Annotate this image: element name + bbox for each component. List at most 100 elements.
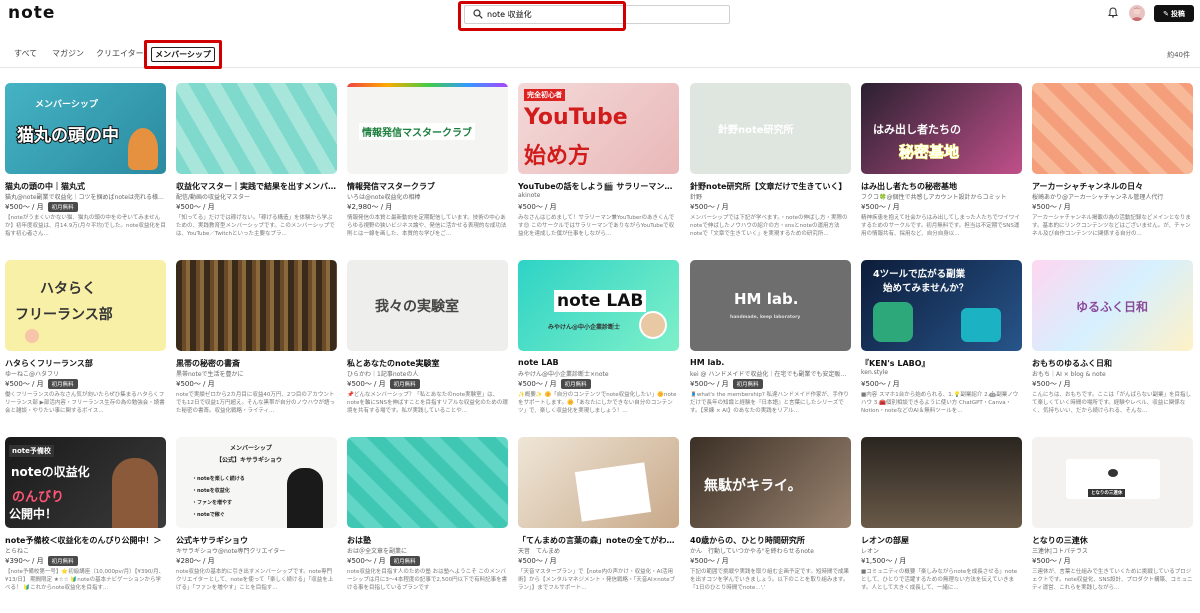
thumb-text: メンバーシップ: [230, 445, 272, 452]
card-title[interactable]: おもちのゆるふく日和: [1032, 358, 1193, 369]
thumb-text: のんびり: [12, 490, 65, 505]
card-author[interactable]: ひらかわ｜1記事noteの人: [347, 369, 508, 378]
card-author[interactable]: いろは@note収益化の相棒: [347, 192, 508, 201]
card-thumbnail[interactable]: 針野note研究所: [690, 83, 851, 174]
card-thumbnail[interactable]: HM lab. handmade, keep laboratory: [690, 260, 851, 351]
card-thumbnail[interactable]: 我々の実験室: [347, 260, 508, 351]
card-title[interactable]: note LAB: [518, 358, 679, 367]
card-thumbnail[interactable]: ゆるふく日和: [1032, 260, 1193, 351]
card-title[interactable]: YouTubeの話をしよう🎬 サラリーマンのYouTube挑戦...: [518, 181, 679, 192]
card-thumbnail[interactable]: note LAB みやけん@中小企業診断士: [518, 260, 679, 351]
card-author[interactable]: おは＠全文章を副業に: [347, 546, 508, 555]
note-logo[interactable]: note: [8, 3, 55, 23]
card-title[interactable]: レオンの部屋: [861, 535, 1022, 546]
card-author[interactable]: かん 行動していつかやる"を終わらせるnote: [690, 546, 851, 555]
card-price-row: ¥500～ / 月: [1032, 379, 1071, 389]
tab-creator[interactable]: クリエイター: [96, 48, 144, 59]
card-thumbnail[interactable]: [176, 260, 337, 351]
card-price: ¥500～ / 月: [861, 380, 900, 388]
card-description: こんにちは、おもちです。ここは「がんばらない副業」を目指して楽しくていく時間の場…: [1032, 392, 1191, 414]
card-thumbnail[interactable]: 4ツールで広がる副業 始めてみませんか？: [861, 260, 1022, 351]
card-thumbnail[interactable]: [347, 437, 508, 528]
card-author[interactable]: 針野: [690, 192, 851, 201]
card-author[interactable]: 三連休|コトパテラス: [1032, 546, 1193, 555]
card-title[interactable]: となりの三連休: [1032, 535, 1193, 546]
card-author[interactable]: とらねこ: [5, 546, 166, 555]
card-author[interactable]: 桜崎あかり@アーカーシャチャンネル管理人代行: [1032, 192, 1193, 201]
card-price: ¥500～ / 月: [1032, 203, 1071, 211]
card-title[interactable]: おは塾: [347, 535, 508, 546]
card-price-row: ¥500～ / 月 初月無料: [5, 379, 78, 389]
card-author[interactable]: kei @ ハンドメイドで収益化｜在宅でも副業でも安定販売...: [690, 369, 851, 378]
card-thumbnail[interactable]: メンバーシップ 猫丸の頭の中: [5, 83, 166, 174]
card-title[interactable]: 黒帯の秘密の書斎: [176, 358, 337, 369]
card-author[interactable]: キサラギショウ@note専門クリエイター: [176, 546, 337, 555]
thumb-text: HM lab.: [734, 290, 799, 308]
card-author[interactable]: 猫丸@note副業で収益化｜コツを掴めばnoteは売れる様...: [5, 192, 166, 201]
card-author[interactable]: フクコ🍀@個性で共感しアカウント設計からコミット: [861, 192, 1022, 201]
card-author[interactable]: ken.style: [861, 369, 1022, 376]
card-author[interactable]: おもち｜AI × blog & note: [1032, 369, 1193, 378]
card-thumbnail[interactable]: 情報発信マスタークラブ: [347, 83, 508, 174]
card-author[interactable]: 天音 てんまめ: [518, 546, 679, 555]
free-first-month-badge: 初月無料: [47, 556, 78, 566]
thumb-text: 【公式】キサラギショウ: [216, 457, 283, 464]
thumb-text: ・noteを楽しく続ける: [192, 476, 245, 482]
card-title[interactable]: 40歳からの、ひとり時間研究所: [690, 535, 851, 546]
card-author[interactable]: みやけん@中小企業診断士×note: [518, 369, 679, 378]
card-price-row: ¥2,980～ / 月: [347, 202, 392, 212]
card-author[interactable]: 黒帯noteで生活を豊かに: [176, 369, 337, 378]
card-thumbnail[interactable]: ハタらく フリーランス部: [5, 260, 166, 351]
card-thumbnail[interactable]: note予備校 noteの収益化 のんびり 公開中！: [5, 437, 166, 528]
card-author[interactable]: akinote: [518, 192, 679, 199]
thumb-text: YouTube: [524, 105, 628, 130]
card-author[interactable]: 配信/動画の収益化マスター: [176, 192, 337, 201]
card-title[interactable]: 私とあなたのnote実験室: [347, 358, 508, 369]
card-thumbnail[interactable]: [861, 437, 1022, 528]
card-thumbnail[interactable]: 完全初心者 YouTube 始め方: [518, 83, 679, 174]
thumb-text: note LAB: [554, 290, 647, 312]
tab-all[interactable]: すべて: [14, 48, 37, 59]
card-title[interactable]: 公式キサラギショウ: [176, 535, 337, 546]
card-author[interactable]: レオン: [861, 546, 1022, 555]
card-price: ¥500～ / 月: [1032, 557, 1071, 565]
card-title[interactable]: 情報発信マスタークラブ: [347, 181, 508, 192]
card-thumbnail[interactable]: メンバーシップ 【公式】キサラギショウ ・noteを楽しく続ける ・noteを収益化・…: [176, 437, 337, 528]
bell-icon[interactable]: [1108, 7, 1118, 18]
card-title[interactable]: HM lab.: [690, 358, 851, 367]
avatar[interactable]: [1129, 5, 1145, 21]
card-thumbnail[interactable]: [176, 83, 337, 174]
free-first-month-badge: 初月無料: [389, 379, 420, 389]
thumb-text: みやけん@中小企業診断士: [548, 324, 621, 331]
card-title[interactable]: 収益化マスター｜実践で結果を出すメンバーシップ: [176, 181, 337, 192]
thumb-text: 秘密基地: [898, 143, 960, 162]
card-title[interactable]: 『KEN's LABO』: [861, 358, 1022, 369]
card-thumbnail[interactable]: 無駄がキライ。: [690, 437, 851, 528]
card-title[interactable]: 「てんまめの言葉の森」noteの全てがわかる！: [518, 535, 679, 546]
card-description: 【note予備校第一号】⭐初級講座（10,000pv/月）【¥390/月、¥13…: [5, 569, 165, 591]
thumb-text: noteの収益化: [11, 465, 90, 479]
card-title[interactable]: 猫丸の頭の中｜猫丸式: [5, 181, 166, 192]
card-author[interactable]: ゆーねこ@ハタフリ: [5, 369, 166, 378]
card-title[interactable]: note予備校＜収益化をのんびり公開中！＞: [5, 535, 166, 546]
tab-magazine[interactable]: マガジン: [52, 48, 84, 59]
card-price: ¥500～ / 月: [861, 203, 900, 211]
card-description: 📌どんなメンバーシップ？「私とあなたのnote実験室」は、noteを軸にSNSを…: [347, 392, 508, 414]
card-price-row: ¥500～ / 月 初月無料: [347, 379, 420, 389]
card-price: ¥500～ / 月: [347, 557, 386, 565]
card-title[interactable]: はみ出し者たちの秘密基地: [861, 181, 1022, 192]
tab-membership[interactable]: メンバーシップ: [144, 40, 222, 69]
card-description: 三連休が、言葉と仕組みで生きていくために挑戦しているプロジェクトです。note収…: [1032, 569, 1193, 591]
card-title[interactable]: ハタらくフリーランス部: [5, 358, 166, 369]
post-button[interactable]: ✎ 投稿: [1154, 5, 1194, 22]
card-title[interactable]: 針野note研究所【文章だけで生きていく】: [690, 181, 851, 192]
card-title[interactable]: アーカーシャチャンネルの日々: [1032, 181, 1193, 192]
card-price-row: ¥500～ / 月: [1032, 202, 1071, 212]
card-thumbnail[interactable]: はみ出し者たちの 秘密基地: [861, 83, 1022, 174]
pen-icon: ✎: [1163, 9, 1169, 18]
card-thumbnail[interactable]: となりの三連休: [1032, 437, 1193, 528]
free-first-month-badge: 初月無料: [47, 202, 78, 212]
card-description: ■内容 スマホ1台から始められる、1.💡副業紹介 2.🤖副業ノウハウ 3.🧰個別…: [861, 392, 1019, 414]
card-thumbnail[interactable]: [518, 437, 679, 528]
card-thumbnail[interactable]: [1032, 83, 1193, 174]
